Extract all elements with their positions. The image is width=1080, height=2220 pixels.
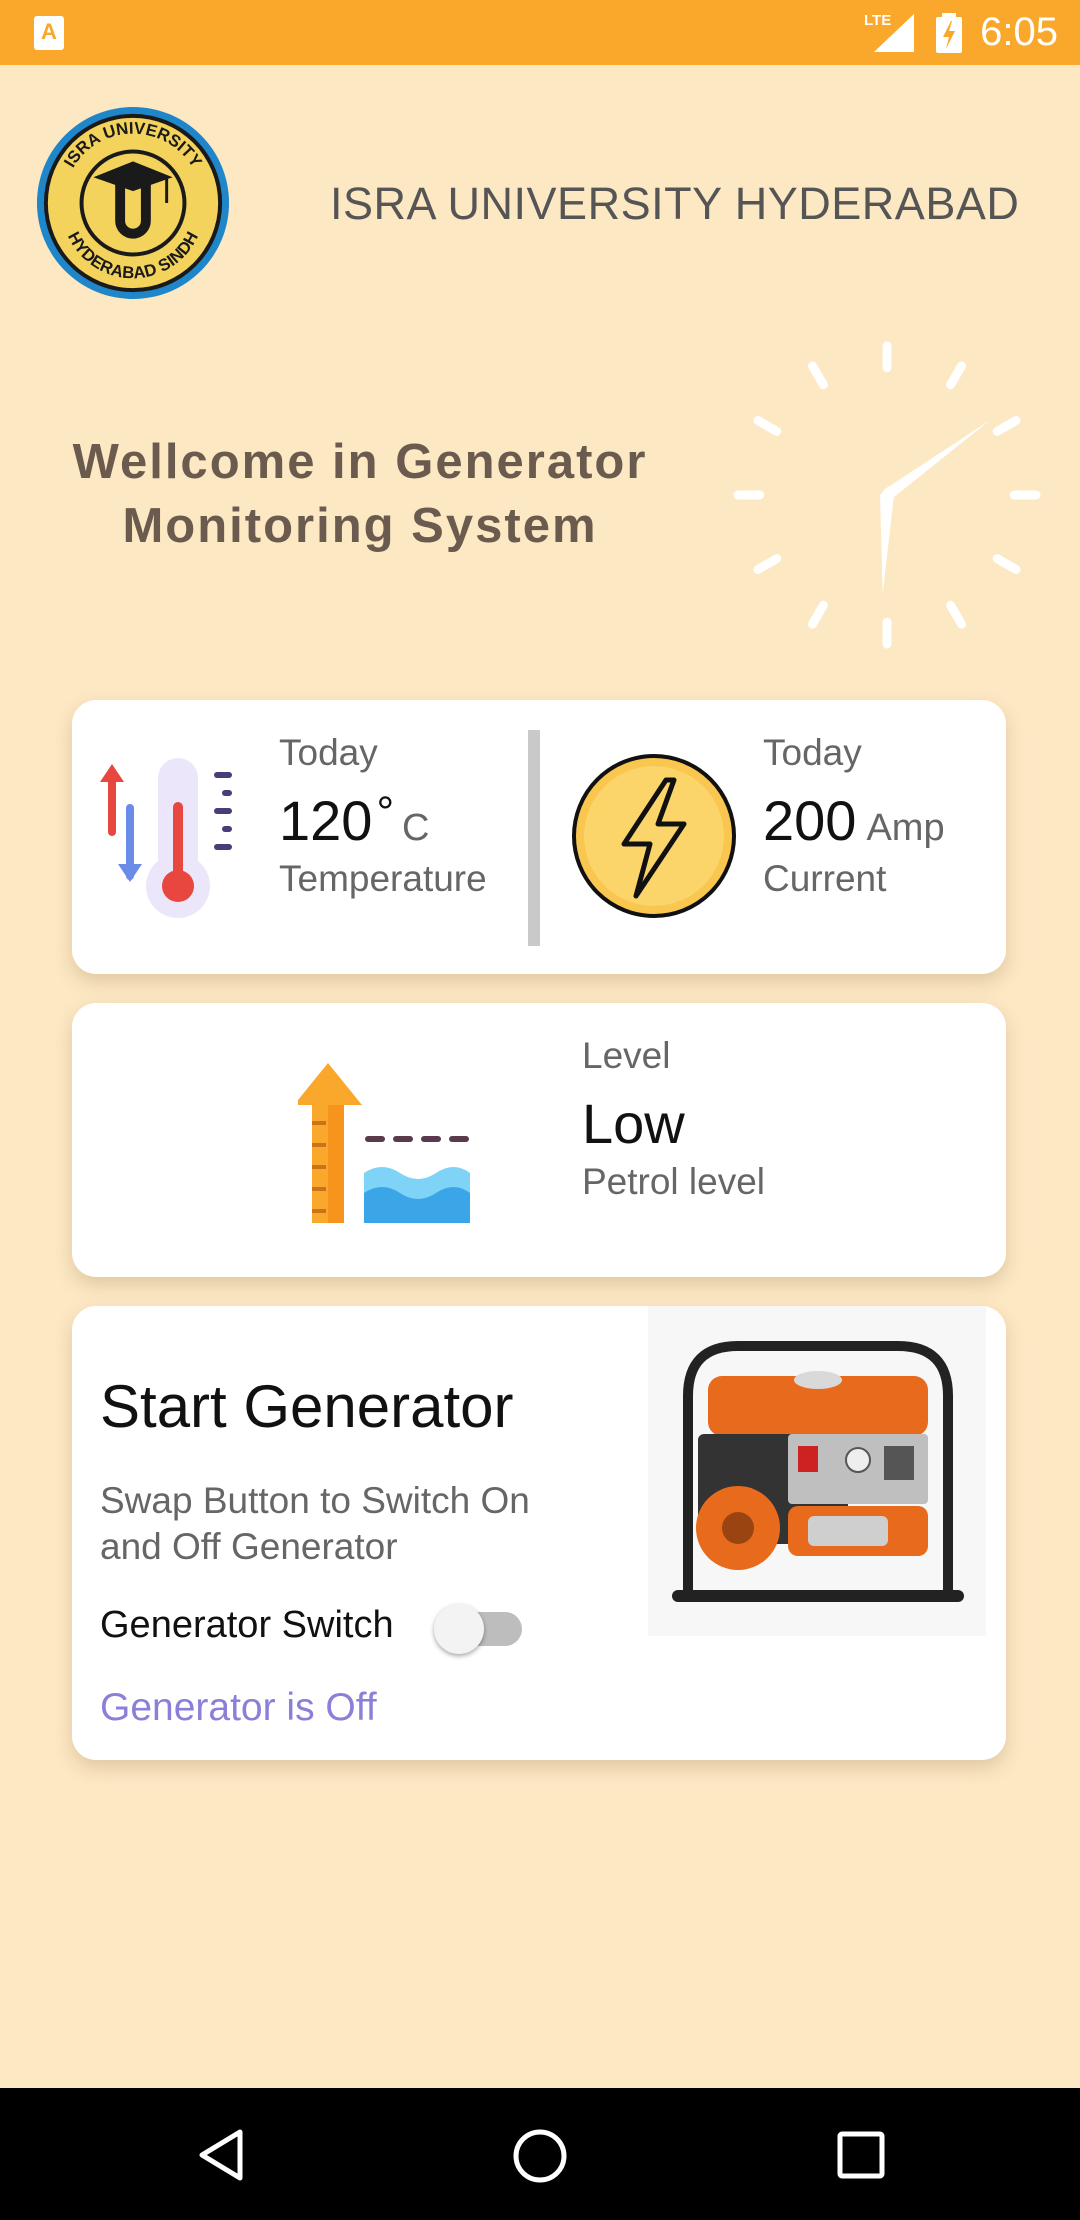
petrol-card: Level Low Petrol level bbox=[72, 1003, 1006, 1277]
clock-minute-hand bbox=[880, 420, 990, 500]
generator-description: Swap Button to Switch On and Off Generat… bbox=[100, 1480, 530, 1567]
generator-image bbox=[648, 1306, 986, 1636]
temperature-value: 120 bbox=[279, 789, 373, 852]
clock-hour-hand bbox=[880, 487, 894, 595]
clock-tick bbox=[753, 415, 782, 436]
generator-switch-label: Generator Switch bbox=[100, 1604, 394, 1646]
recent-apps-icon[interactable] bbox=[836, 2130, 886, 2180]
temperature-degree: ° bbox=[376, 788, 395, 837]
lightning-bolt-icon bbox=[572, 754, 736, 918]
generator-status: Generator is Off bbox=[100, 1686, 377, 1729]
petrol-caption: Level bbox=[582, 1035, 671, 1076]
clock-tick bbox=[946, 361, 967, 390]
status-bar: A LTE 6:05 bbox=[0, 0, 1080, 65]
temperature-label: Temperature bbox=[279, 858, 487, 899]
current-value-group: 200 Amp bbox=[763, 788, 945, 853]
university-title: ISRA UNIVERSITY HYDERABAD bbox=[330, 178, 1020, 229]
thermometer-icon bbox=[100, 758, 232, 918]
battery-icon bbox=[936, 13, 962, 53]
clock-time: 6:05 bbox=[980, 10, 1058, 54]
navigation-bar bbox=[0, 2088, 1080, 2220]
generator-title: Start Generator bbox=[100, 1373, 514, 1440]
home-icon[interactable] bbox=[510, 2126, 570, 2186]
back-icon[interactable] bbox=[196, 2128, 246, 2182]
petrol-label: Petrol level bbox=[582, 1161, 766, 1202]
petrol-value: Low bbox=[582, 1092, 685, 1155]
temperature-value-group: 120° C bbox=[279, 788, 430, 853]
welcome-line-1: Wellcome in Generator bbox=[72, 435, 648, 489]
temperature-caption: Today bbox=[279, 732, 378, 773]
current-caption: Today bbox=[763, 732, 862, 773]
signal-icon bbox=[874, 14, 914, 52]
clock-tick bbox=[807, 361, 828, 390]
temperature-unit: C bbox=[402, 807, 430, 849]
clock-tick bbox=[992, 415, 1021, 436]
current-label: Current bbox=[763, 858, 887, 899]
generator-card: Start Generator Swap Button to Switch On… bbox=[72, 1306, 1006, 1760]
current-value: 200 bbox=[763, 789, 857, 852]
university-logo: ISRA UNIVERSITY HYDERABAD SINDH bbox=[36, 106, 230, 300]
card-divider bbox=[528, 730, 540, 946]
stats-card: Today 120° C Temperature Today 200 Amp Cur… bbox=[72, 700, 1006, 974]
app-notification-icon: A bbox=[34, 16, 64, 50]
fuel-level-icon bbox=[298, 1063, 470, 1223]
current-unit: Amp bbox=[866, 807, 945, 849]
clock-tick bbox=[807, 600, 828, 629]
analog-clock bbox=[733, 341, 1041, 649]
clock-tick bbox=[753, 554, 782, 575]
generator-switch-toggle[interactable] bbox=[434, 1604, 484, 1654]
welcome-heading: Wellcome in Generator Monitoring System bbox=[40, 430, 680, 558]
welcome-line-2: Monitoring System bbox=[122, 499, 598, 553]
clock-tick bbox=[946, 600, 967, 629]
clock-tick bbox=[992, 554, 1021, 575]
